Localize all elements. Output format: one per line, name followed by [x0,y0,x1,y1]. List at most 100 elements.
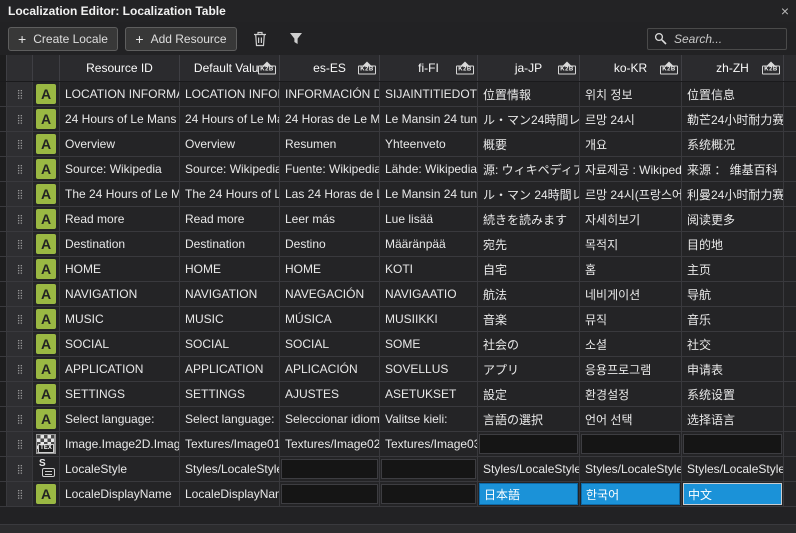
cell-zh[interactable]: 主页 [682,257,784,281]
cell-rid[interactable]: Image.Image2D.Image01 [60,432,180,456]
row-drag-handle[interactable]: ⣿ [7,257,33,281]
cell-ko[interactable]: 개요 [580,132,682,156]
cell-ja[interactable]: 続きを読みます [478,207,580,231]
cell-fi[interactable]: Le Mansin 24 tunnin [380,107,478,131]
column-header-fi[interactable]: fi-FIK2B [380,55,478,81]
cell-ko[interactable]: 홈 [580,257,682,281]
table-row[interactable]: ⣿AAPPLICATIONAPPLICATIONAPLICACIÓNSOVELL… [0,357,796,382]
column-header-ko[interactable]: ko-KRK2B [580,55,682,81]
table-row[interactable]: ⣿ALOCATION INFORMATIONLOCATION INFORMATI… [0,82,796,107]
row-drag-handle[interactable]: ⣿ [7,407,33,431]
cell-fi[interactable]: KOTI [380,257,478,281]
cell-def[interactable]: Source: Wikipedia [180,157,280,181]
cell-ja[interactable]: ル・マン 24時間レース [478,182,580,206]
cell-rid[interactable]: SETTINGS [60,382,180,406]
cell-ja[interactable]: Styles/LocaleStyle [478,457,580,481]
cell-ja[interactable]: 宛先 [478,232,580,256]
cell-zh[interactable] [682,432,784,456]
table-row[interactable]: ⣿AHOMEHOMEHOMEKOTI自宅홈主页 [0,257,796,282]
search-box[interactable] [647,28,787,50]
cell-rid[interactable]: LOCATION INFORMATION [60,82,180,106]
cell-ja[interactable]: 言語の選択 [478,407,580,431]
cell-def[interactable]: SOCIAL [180,332,280,356]
cell-ko[interactable]: 네비게이션 [580,282,682,306]
cell-ja[interactable]: 音楽 [478,307,580,331]
cell-ja[interactable]: 概要 [478,132,580,156]
export-locale-icon[interactable]: K2B [358,62,376,75]
cell-zh[interactable]: 选择语言 [682,407,784,431]
cell-fi[interactable]: Le Mansin 24 tunnin [380,182,478,206]
cell-ko[interactable]: 한국어 [580,482,682,506]
cell-ja[interactable]: 設定 [478,382,580,406]
cell-ja[interactable]: アプリ [478,357,580,381]
table-row[interactable]: ⣿TEXImage.Image2D.Image01Textures/Image0… [0,432,796,457]
cell-es[interactable]: Seleccionar idioma [280,407,380,431]
row-drag-handle[interactable]: ⣿ [7,82,33,106]
cell-fi[interactable]: Textures/Image03 [380,432,478,456]
cell-ko[interactable]: 르망 24시(프랑스어 [580,182,682,206]
cell-ko[interactable]: 언어 선택 [580,407,682,431]
column-header-def[interactable]: Default ValueK2B [180,55,280,81]
cell-def[interactable]: 24 Hours of Le Mans [180,107,280,131]
cell-zh[interactable]: 勒芒24小时耐力赛 [682,107,784,131]
cell-rid[interactable]: HOME [60,257,180,281]
row-drag-handle[interactable]: ⣿ [7,357,33,381]
cell-es[interactable] [280,457,380,481]
cell-ja[interactable]: 位置情報 [478,82,580,106]
search-input[interactable] [672,31,780,47]
export-locale-icon[interactable]: K2B [660,62,678,75]
close-button[interactable]: × [774,0,796,22]
cell-def[interactable]: SETTINGS [180,382,280,406]
cell-def[interactable]: LOCATION INFORMATION [180,82,280,106]
table-row[interactable]: ⣿ASETTINGSSETTINGSAJUSTESASETUKSET設定환경설정… [0,382,796,407]
row-drag-handle[interactable]: ⣿ [7,232,33,256]
row-drag-handle[interactable]: ⣿ [7,207,33,231]
table-row[interactable]: ⣿AThe 24 Hours of Le MansThe 24 Hours of… [0,182,796,207]
cell-ko[interactable]: 목적지 [580,232,682,256]
cell-def[interactable]: Styles/LocaleStyle [180,457,280,481]
cell-es[interactable]: APLICACIÓN [280,357,380,381]
cell-ko[interactable] [580,432,682,456]
cell-fi[interactable]: SOVELLUS [380,357,478,381]
cell-ja[interactable]: 自宅 [478,257,580,281]
cell-zh[interactable]: 位置信息 [682,82,784,106]
cell-ja[interactable]: 日本語 [478,482,580,506]
cell-es[interactable]: MÚSICA [280,307,380,331]
cell-rid[interactable]: Select language: [60,407,180,431]
cell-fi[interactable]: MUSIIKKI [380,307,478,331]
cell-fi[interactable] [380,457,478,481]
cell-es[interactable]: Resumen [280,132,380,156]
cell-fi[interactable]: SIJAINTITIEDOT [380,82,478,106]
row-drag-handle[interactable]: ⣿ [7,482,33,506]
table-row[interactable]: ⣿ADestinationDestinationDestinoMääränpää… [0,232,796,257]
cell-rid[interactable]: Read more [60,207,180,231]
table-row[interactable]: ⣿SLocaleStyleStyles/LocaleStyleStyles/Lo… [0,457,796,482]
cell-zh[interactable]: 阅读更多 [682,207,784,231]
table-row[interactable]: ⣿ARead moreRead moreLeer másLue lisää続きを… [0,207,796,232]
cell-ja[interactable]: 社会の [478,332,580,356]
cell-def[interactable]: Read more [180,207,280,231]
cell-ja[interactable]: 源: ウィキペディア [478,157,580,181]
cell-ko[interactable]: 뮤직 [580,307,682,331]
cell-fi[interactable]: ASETUKSET [380,382,478,406]
cell-ko[interactable]: Styles/LocaleStyle [580,457,682,481]
cell-rid[interactable]: Destination [60,232,180,256]
cell-rid[interactable]: The 24 Hours of Le Mans [60,182,180,206]
cell-es[interactable]: NAVEGACIÓN [280,282,380,306]
horizontal-scrollbar[interactable] [0,524,796,533]
row-drag-handle[interactable]: ⣿ [7,132,33,156]
cell-fi[interactable]: NAVIGAATIO [380,282,478,306]
cell-zh[interactable]: 申请表 [682,357,784,381]
cell-zh[interactable]: 系统概况 [682,132,784,156]
cell-zh[interactable]: 音乐 [682,307,784,331]
column-header-rid[interactable]: Resource ID [60,55,180,81]
cell-es[interactable]: SOCIAL [280,332,380,356]
cell-zh[interactable]: 中文 [682,482,784,506]
table-row[interactable]: ⣿ASelect language:Select language:Selecc… [0,407,796,432]
cell-zh[interactable]: 系统设置 [682,382,784,406]
table-row[interactable]: ⣿AMUSICMUSICMÚSICAMUSIIKKI音楽뮤직音乐 [0,307,796,332]
cell-def[interactable]: Select language: [180,407,280,431]
cell-zh[interactable]: Styles/LocaleStyle [682,457,784,481]
cell-rid[interactable]: LocaleStyle [60,457,180,481]
cell-zh[interactable]: 社交 [682,332,784,356]
